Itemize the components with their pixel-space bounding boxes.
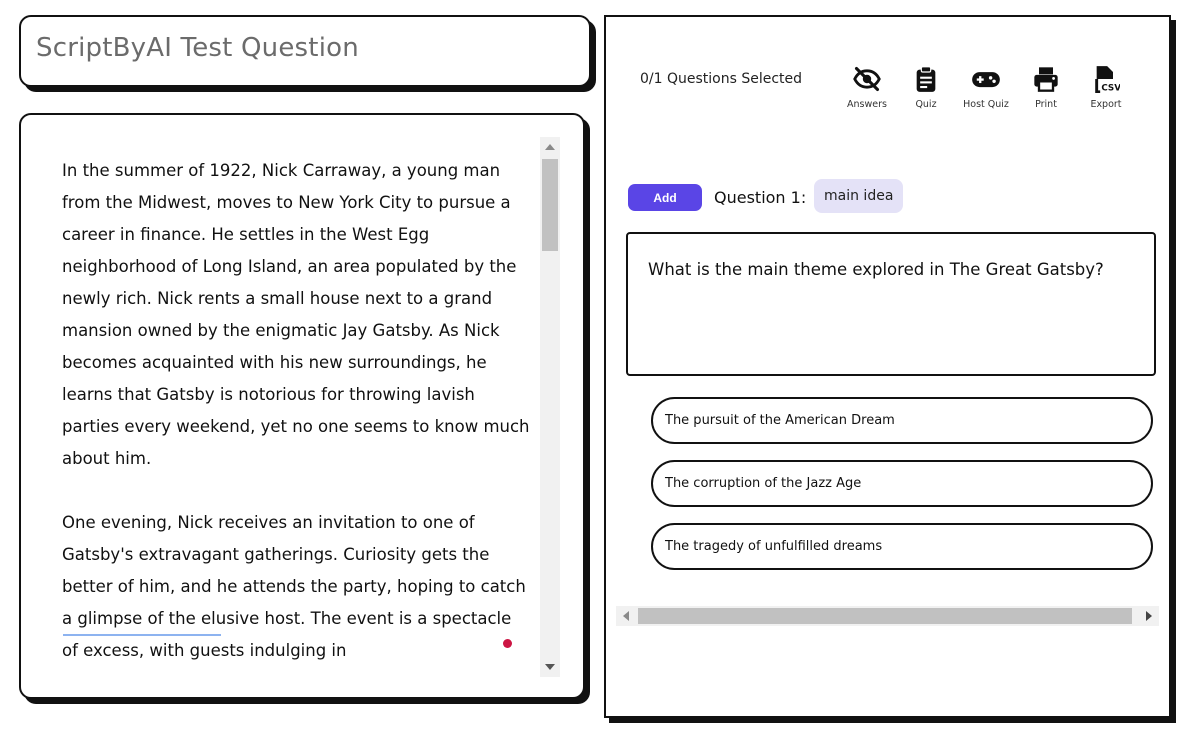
quiz-button[interactable]: Quiz [896,65,956,110]
record-indicator-dot [503,639,512,648]
passage-panel: In the summer of 1922, Nick Carraway, a … [19,113,585,699]
answer-option[interactable]: The tragedy of unfulfilled dreams [651,523,1153,570]
scroll-down-arrow-icon[interactable] [545,664,555,670]
answer-option[interactable]: The pursuit of the American Dream [651,397,1153,444]
spellcheck-underline [63,634,221,636]
passage-vertical-scrollbar[interactable] [540,137,560,677]
print-button[interactable]: Print [1016,65,1076,110]
question-number-label: Question 1: [714,188,807,207]
question-text-box[interactable]: What is the main theme explored in The G… [626,232,1156,376]
passage-paragraph: In the summer of 1922, Nick Carraway, a … [62,161,530,468]
question-tag-chip[interactable]: main idea [814,179,904,213]
question-panel: 0/1 Questions Selected Answers Quiz Host… [604,15,1171,718]
title-card: ScriptByAI Test Question [19,15,591,87]
scroll-up-arrow-icon[interactable] [545,144,555,150]
clipboard-icon [916,66,936,92]
gamepad-icon [972,72,1000,88]
csv-file-icon: CSV [1095,66,1120,93]
passage-paragraph: One evening, Nick receives an invitation… [62,513,526,660]
page-title: ScriptByAI Test Question [36,33,359,63]
horizontal-scrollbar-thumb[interactable] [638,608,1132,624]
answer-option[interactable]: The corruption of the Jazz Age [651,460,1153,507]
printer-icon [1034,67,1058,92]
scroll-left-arrow-icon[interactable] [623,611,629,621]
question-text: What is the main theme explored in The G… [648,260,1104,279]
export-button[interactable]: CSV Export [1076,65,1136,110]
host-quiz-button-label: Host Quiz [963,99,1009,110]
host-quiz-button[interactable]: Host Quiz [956,65,1016,110]
scroll-right-arrow-icon[interactable] [1146,611,1152,621]
export-button-label: Export [1090,99,1122,110]
eye-off-icon [853,66,881,92]
quiz-button-label: Quiz [915,99,937,110]
add-button[interactable]: Add [628,184,702,211]
svg-text:CSV: CSV [1101,84,1120,93]
horizontal-scrollbar[interactable] [616,606,1159,626]
passage-text[interactable]: In the summer of 1922, Nick Carraway, a … [62,155,532,675]
answers-button-label: Answers [847,99,887,110]
questions-selected-count: 0/1 Questions Selected [640,71,803,87]
print-button-label: Print [1035,99,1057,110]
scrollbar-thumb[interactable] [542,159,558,251]
answers-button[interactable]: Answers [837,65,897,110]
